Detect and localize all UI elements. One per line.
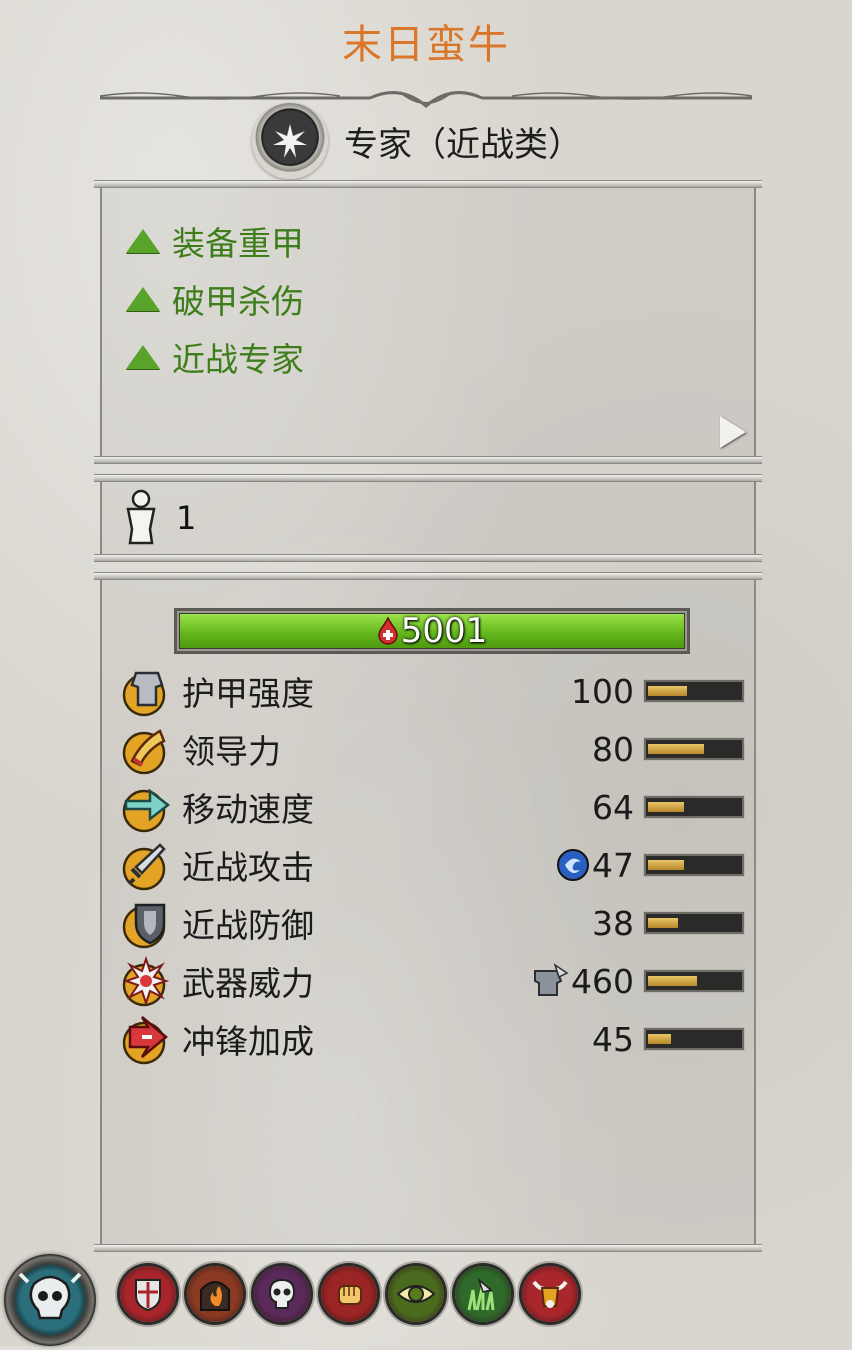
charge-bonus-icon — [122, 1016, 168, 1065]
attribute-label: 破甲杀伤 — [172, 282, 304, 321]
stat-row-speed[interactable]: 移动速度 64 — [120, 778, 744, 836]
stat-bar-fill — [648, 744, 704, 754]
stat-bar-fill — [648, 976, 697, 986]
stat-bar — [644, 970, 744, 992]
sword-icon — [122, 843, 166, 891]
stat-value: 45 — [592, 1019, 634, 1059]
ability-slot[interactable] — [455, 1266, 511, 1322]
stat-bar-fill — [648, 860, 685, 870]
fist-icon — [338, 1285, 362, 1305]
unit-class-row: 专家（近战类） — [252, 100, 582, 182]
ability-bar — [0, 1248, 852, 1346]
stat-row-melee-defence[interactable]: 近战防御 38 — [120, 894, 744, 952]
stat-bar — [644, 854, 744, 876]
ability-slot[interactable] — [388, 1266, 444, 1322]
stat-value: 100 — [571, 671, 634, 711]
stat-bar-fill — [648, 686, 688, 696]
ability-slot[interactable] — [120, 1266, 176, 1322]
stat-value: 38 — [592, 903, 634, 943]
attribute-item[interactable]: 破甲杀伤 — [126, 270, 304, 328]
blood-drop-icon — [377, 617, 398, 645]
skull-icon — [268, 1278, 296, 1309]
panel-frame-top — [94, 180, 762, 188]
stat-bar — [644, 680, 744, 702]
stat-row-armour[interactable]: 护甲强度 100 — [120, 662, 744, 720]
green-up-triangle-icon — [126, 229, 160, 253]
leadership-horn-icon — [122, 729, 166, 775]
stat-value: 64 — [592, 787, 634, 827]
soldier-silhouette-icon — [126, 489, 156, 545]
beast-skull-icon — [18, 1272, 82, 1320]
armour-icon — [122, 671, 166, 717]
stat-label: 近战防御 — [182, 906, 314, 945]
ability-slot[interactable] — [187, 1266, 243, 1322]
health-value: 5001 — [400, 611, 488, 651]
blue-rune-icon — [557, 849, 589, 881]
weapon-strength-icon — [122, 955, 170, 1007]
stat-bar — [644, 796, 744, 818]
attribute-item[interactable]: 装备重甲 — [126, 212, 304, 270]
stat-row-leadership[interactable]: 领导力 80 — [120, 720, 744, 778]
fire-gate-icon — [200, 1281, 230, 1311]
panel-divider — [94, 554, 762, 562]
grass-cursor-icon — [467, 1277, 495, 1311]
stat-value: 80 — [592, 729, 634, 769]
stat-label: 近战攻击 — [182, 848, 314, 887]
attributes-panel: 装备重甲 破甲杀伤 近战专家 — [100, 188, 756, 456]
next-page-arrow-icon[interactable] — [720, 416, 746, 448]
stat-label: 武器威力 — [182, 964, 314, 1003]
stat-bar — [644, 1028, 744, 1050]
stat-row-melee-attack[interactable]: 近战攻击 47 — [120, 836, 744, 894]
stat-bar — [644, 912, 744, 934]
speed-arrow-icon — [122, 788, 171, 833]
bull-head-icon — [532, 1280, 568, 1308]
stat-row-weapon-strength[interactable]: 武器威力 460 — [120, 952, 744, 1010]
stat-bar-fill — [648, 802, 685, 812]
shield-banner-icon — [135, 1279, 161, 1312]
green-up-triangle-icon — [126, 287, 160, 311]
attribute-label: 装备重甲 — [172, 224, 304, 263]
lore-emblem-button[interactable] — [4, 1254, 96, 1346]
stat-bar-fill — [648, 1034, 671, 1044]
unit-count-panel: 1 — [100, 482, 756, 554]
green-up-triangle-icon — [126, 345, 160, 369]
ability-slot[interactable] — [254, 1266, 310, 1322]
unit-class-label: 专家（近战类） — [344, 124, 582, 165]
armour-piercing-icon — [534, 963, 569, 996]
panel-frame-top — [94, 474, 762, 482]
stat-bar — [644, 738, 744, 760]
unit-count-value: 1 — [176, 499, 197, 537]
panel-frame-top — [94, 572, 762, 580]
unit-name: 末日蛮牛 — [342, 22, 510, 68]
panel-divider — [94, 456, 762, 464]
health-bar[interactable]: 5001 — [174, 608, 690, 654]
stat-label: 冲锋加成 — [182, 1022, 314, 1061]
stat-value: 460 — [571, 961, 634, 1001]
shield-icon — [122, 903, 166, 949]
stat-bar-fill — [648, 918, 678, 928]
attribute-item[interactable]: 近战专家 — [126, 328, 304, 386]
attribute-label: 近战专家 — [172, 340, 304, 379]
stat-row-charge-bonus[interactable]: 冲锋加成 45 — [120, 1010, 744, 1068]
stat-label: 护甲强度 — [182, 674, 314, 713]
stats-panel: 5001 护甲强度 100 领导力 80 移动速度 64 近战攻击 47 近战防… — [100, 580, 756, 1244]
stat-label: 移动速度 — [182, 790, 314, 829]
stat-value: 47 — [592, 845, 634, 885]
ability-slot[interactable] — [522, 1266, 578, 1322]
ability-slot[interactable] — [321, 1266, 377, 1322]
starburst-icon — [252, 103, 328, 179]
stat-label: 领导力 — [182, 732, 281, 771]
eye-icon — [396, 1285, 436, 1303]
